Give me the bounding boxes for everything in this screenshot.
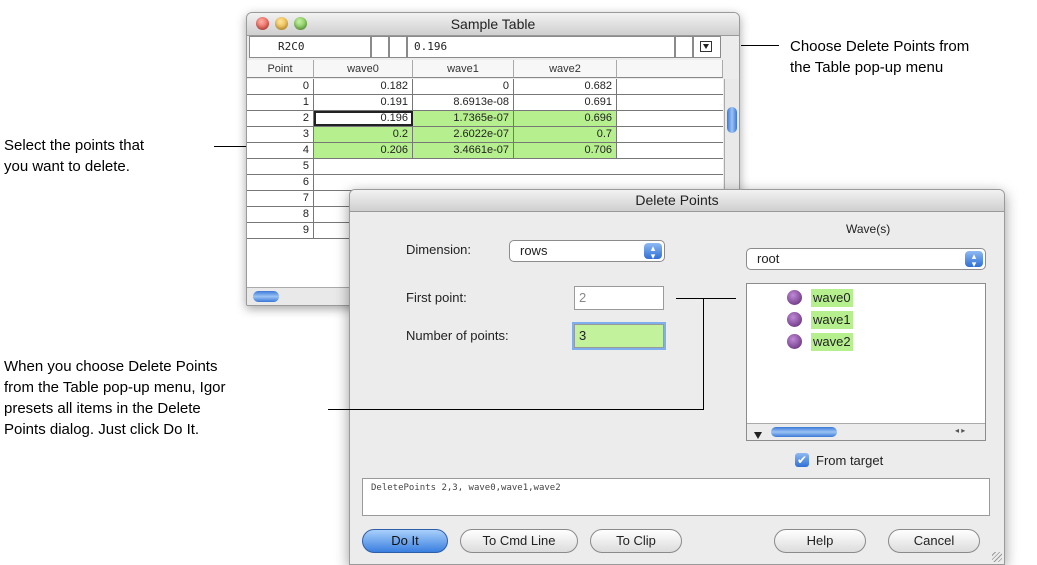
do-it-button[interactable]: Do It	[362, 529, 448, 553]
list-horizontal-scrollbar[interactable]: ◂ ▸	[747, 423, 985, 440]
cell-id-field: R2C0	[249, 36, 371, 58]
to-cmd-line-button[interactable]: To Cmd Line	[460, 529, 578, 553]
title-bar: Sample Table	[247, 13, 739, 36]
point-cell[interactable]: 6	[247, 175, 314, 190]
wave0-cell[interactable]: 0.2	[314, 127, 413, 142]
scroll-thumb[interactable]	[771, 427, 837, 437]
leader-line-dialog-right	[703, 298, 736, 299]
wave2-cell[interactable]: 0.696	[514, 111, 617, 126]
dimension-label: Dimension:	[406, 242, 472, 257]
number-of-points-field[interactable]: 3	[574, 324, 664, 348]
wave-icon	[787, 334, 802, 349]
point-cell[interactable]: 3	[247, 127, 314, 142]
updown-arrows-icon: ▴ ▾	[965, 251, 983, 269]
cancel-button[interactable]: Cancel	[888, 529, 980, 553]
waves-list[interactable]: wave0 wave1 wave2 ◂ ▸	[746, 283, 986, 441]
data-folder-popup[interactable]: root ▴ ▾	[746, 248, 986, 270]
dialog-title-bar: Delete Points	[350, 190, 1004, 212]
help-button[interactable]: Help	[774, 529, 866, 553]
scroll-thumb[interactable]	[727, 107, 737, 133]
updown-arrows-icon: ▴ ▾	[644, 243, 662, 261]
wave2-cell[interactable]: 0.706	[514, 143, 617, 158]
wave1-cell[interactable]: 2.6022e-07	[413, 127, 514, 142]
triangle-down-icon	[753, 427, 763, 440]
dimension-popup[interactable]: rows ▴ ▾	[509, 240, 665, 262]
wave0-cell[interactable]: 0.191	[314, 95, 413, 110]
leader-line-dialog-left	[676, 298, 703, 299]
wave-name: wave1	[811, 311, 853, 329]
popup-menu-icon	[700, 41, 712, 52]
wave-name: wave0	[811, 289, 853, 307]
table-row: 1 0.191 8.6913e-08 0.691	[247, 95, 723, 111]
wave1-cell[interactable]: 3.4661e-07	[413, 143, 514, 158]
column-header-wave1[interactable]: wave1	[413, 60, 514, 78]
resize-grip-icon[interactable]	[992, 552, 1002, 562]
dialog-title: Delete Points	[635, 192, 719, 208]
point-cell[interactable]: 0	[247, 79, 314, 94]
point-cell[interactable]: 5	[247, 159, 314, 174]
entry-spacer-2	[389, 36, 407, 58]
point-cell[interactable]: 4	[247, 143, 314, 158]
wave1-cell[interactable]: 1.7365e-07	[413, 111, 514, 126]
number-of-points-label: Number of points:	[406, 328, 509, 343]
dimension-value: rows	[520, 243, 548, 258]
from-target-label: From target	[816, 453, 884, 468]
table-row: 2 0.196 1.7365e-07 0.696	[247, 111, 723, 127]
wave2-cell[interactable]: 0.682	[514, 79, 617, 94]
wave-icon	[787, 290, 802, 305]
wave-name: wave2	[811, 333, 853, 351]
cell-value-entry[interactable]: 0.196	[407, 36, 675, 58]
delete-points-dialog: Delete Points Dimension: rows ▴ ▾ First p…	[349, 189, 1005, 565]
entry-spacer-1	[371, 36, 389, 58]
wave1-cell[interactable]: 8.6913e-08	[413, 95, 514, 110]
data-folder-value: root	[757, 251, 780, 266]
wave2-cell[interactable]: 0.691	[514, 95, 617, 110]
column-header-wave2[interactable]: wave2	[514, 60, 617, 78]
window-title: Sample Table	[450, 16, 536, 32]
point-cell[interactable]: 2	[247, 111, 314, 126]
scroll-thumb[interactable]	[253, 291, 279, 302]
wave1-cell[interactable]: 0	[413, 79, 514, 94]
point-cell[interactable]: 7	[247, 191, 314, 206]
point-cell[interactable]: 1	[247, 95, 314, 110]
leader-line-dialog-v	[703, 298, 704, 410]
leader-line-dialog-h	[328, 409, 703, 410]
wave0-cell[interactable]: 0.182	[314, 79, 413, 94]
table-row: 5	[247, 159, 723, 175]
table-row: 3 0.2 2.6022e-07 0.7	[247, 127, 723, 143]
wave2-cell[interactable]: 0.7	[514, 127, 617, 142]
command-preview: DeletePoints 2,3, wave0,wave1,wave2	[362, 478, 990, 516]
entry-spacer-3	[675, 36, 693, 58]
table-row: 4 0.206 3.4661e-07 0.706	[247, 143, 723, 159]
leader-line-menu	[741, 45, 779, 46]
waves-label: Wave(s)	[846, 222, 891, 236]
scroll-arrows-icon[interactable]: ◂ ▸	[955, 426, 965, 435]
table-menu-button[interactable]	[693, 36, 721, 58]
annotation-choose-menu: Choose Delete Points from the Table pop-…	[790, 38, 970, 76]
column-header-wave0[interactable]: wave0	[314, 60, 413, 78]
wave0-cell-current[interactable]: 0.196	[314, 111, 413, 126]
point-cell[interactable]: 8	[247, 207, 314, 222]
first-point-label: First point:	[406, 290, 467, 305]
table-row: 0 0.182 0 0.682	[247, 79, 723, 95]
annotation-select-points: Select the points that you want to delet…	[4, 137, 145, 175]
to-clip-button[interactable]: To Clip	[590, 529, 682, 553]
wave-icon	[787, 312, 802, 327]
column-header-point[interactable]: Point	[247, 60, 314, 78]
column-header-empty	[617, 60, 723, 78]
wave0-cell[interactable]: 0.206	[314, 143, 413, 158]
from-target-checkbox[interactable]: ✔	[795, 453, 809, 467]
point-cell[interactable]: 9	[247, 223, 314, 238]
annotation-presets: When you choose Delete Points from the T…	[4, 358, 226, 438]
first-point-field[interactable]: 2	[574, 286, 664, 310]
